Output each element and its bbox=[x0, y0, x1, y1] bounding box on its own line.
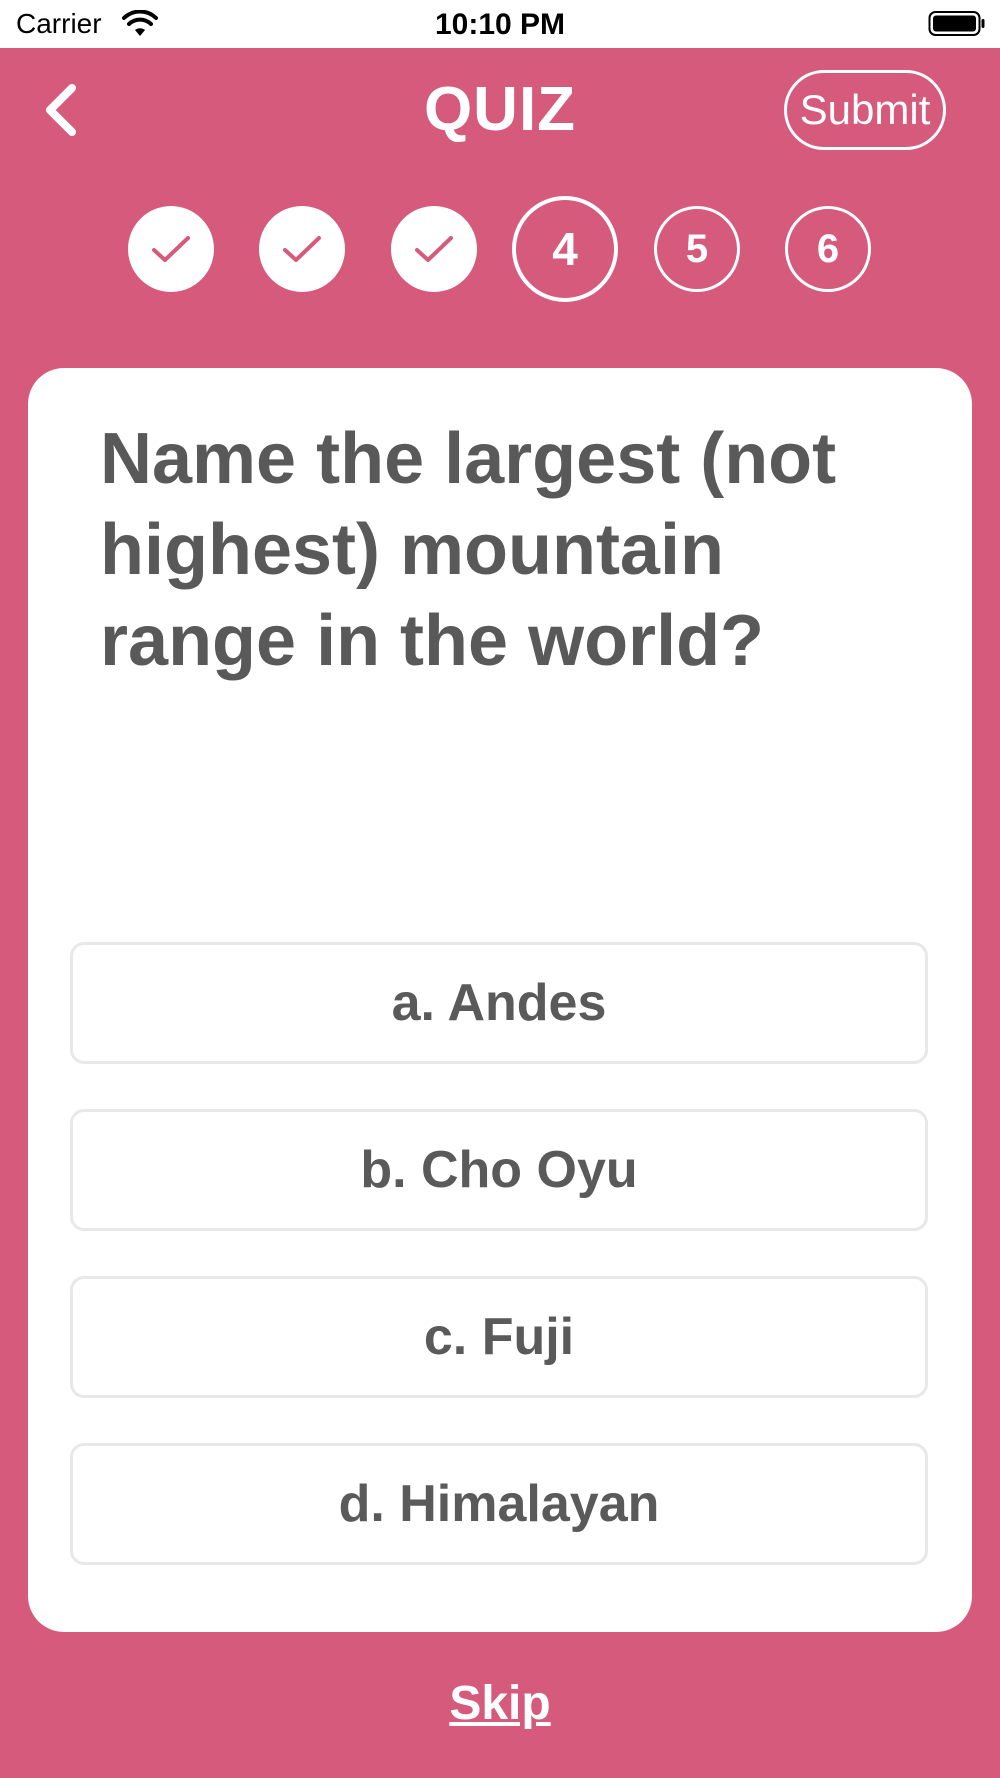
checkmark-icon bbox=[415, 236, 453, 262]
checkmark-icon bbox=[283, 236, 321, 262]
question-card: Name the largest (not highest) mountain … bbox=[28, 368, 972, 1632]
submit-button[interactable]: Submit bbox=[784, 70, 946, 150]
status-time: 10:10 PM bbox=[434, 8, 566, 41]
step-2 bbox=[259, 206, 345, 292]
option-b[interactable]: b. Cho Oyu bbox=[70, 1109, 928, 1231]
option-d[interactable]: d. Himalayan bbox=[70, 1443, 928, 1565]
step-4: 4 bbox=[512, 196, 618, 302]
skip-link[interactable]: Skip bbox=[0, 1676, 1000, 1731]
step-6: 6 bbox=[785, 206, 871, 292]
option-c[interactable]: c. Fuji bbox=[70, 1276, 928, 1398]
battery-icon bbox=[928, 10, 986, 43]
step-1 bbox=[128, 206, 214, 292]
progress-steps: 4 5 6 bbox=[0, 196, 1000, 310]
question-text: Name the largest (not highest) mountain … bbox=[100, 419, 837, 681]
option-a[interactable]: a. Andes bbox=[70, 942, 928, 1064]
step-5: 5 bbox=[654, 206, 740, 292]
status-bar: Carrier 10:10 PM bbox=[0, 0, 1000, 48]
checkmark-icon bbox=[152, 236, 190, 262]
step-3 bbox=[391, 206, 477, 292]
